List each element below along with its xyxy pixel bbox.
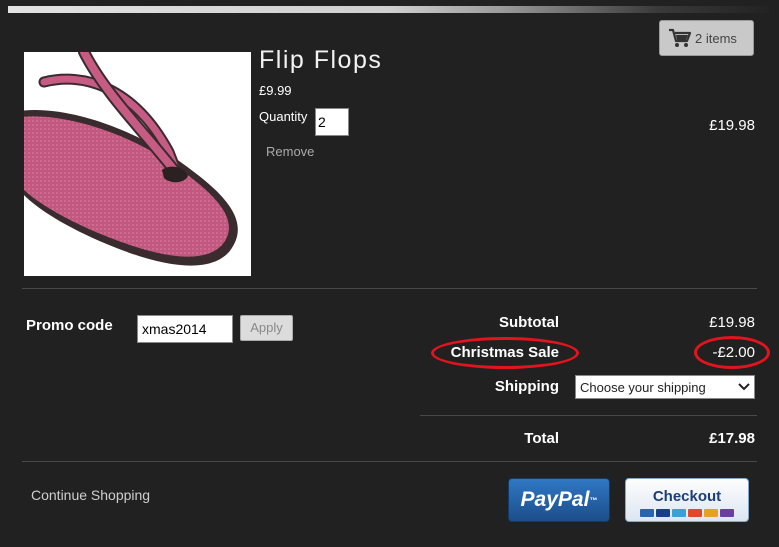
chevron-down-icon (738, 383, 750, 391)
cart-count-label: 2 items (695, 30, 737, 46)
top-accent-bar (8, 6, 771, 13)
continue-shopping-link[interactable]: Continue Shopping (31, 487, 150, 503)
subtotal-value: £19.98 (709, 314, 755, 331)
flip-flop-image (24, 52, 238, 266)
product-name[interactable]: Flip Flops (259, 46, 382, 75)
quantity-input[interactable] (315, 108, 349, 136)
paypal-label: PayPal (520, 488, 590, 511)
promo-code-input[interactable] (137, 315, 233, 343)
discount-label: Christmas Sale (450, 344, 559, 361)
paypal-trademark: ™ (589, 495, 598, 505)
apply-promo-button[interactable]: Apply (240, 315, 293, 341)
line-total: £19.98 (709, 117, 755, 134)
cart-icon (669, 28, 692, 47)
total-label: Total (524, 430, 559, 447)
total-divider (420, 415, 757, 416)
shipping-select[interactable]: Choose your shipping (575, 375, 755, 399)
footer-divider (22, 461, 757, 462)
total-value: £17.98 (709, 430, 755, 447)
quantity-label: Quantity (259, 109, 308, 124)
divider (22, 288, 757, 289)
payment-cards-icon (632, 509, 742, 518)
product-image[interactable] (24, 52, 251, 276)
paypal-button[interactable]: PayPal ™ (508, 478, 610, 522)
product-unit-price: £9.99 (259, 83, 292, 98)
shipping-label: Shipping (494, 378, 559, 395)
checkout-button[interactable]: Checkout (625, 478, 749, 522)
cart-button[interactable]: 2 items (659, 20, 754, 56)
subtotal-label: Subtotal (499, 314, 559, 331)
discount-value: -£2.00 (712, 344, 755, 361)
promo-code-label: Promo code (26, 317, 113, 334)
remove-link[interactable]: Remove (266, 144, 314, 159)
shipping-selected-value: Choose your shipping (580, 379, 706, 395)
checkout-label: Checkout (652, 488, 722, 505)
